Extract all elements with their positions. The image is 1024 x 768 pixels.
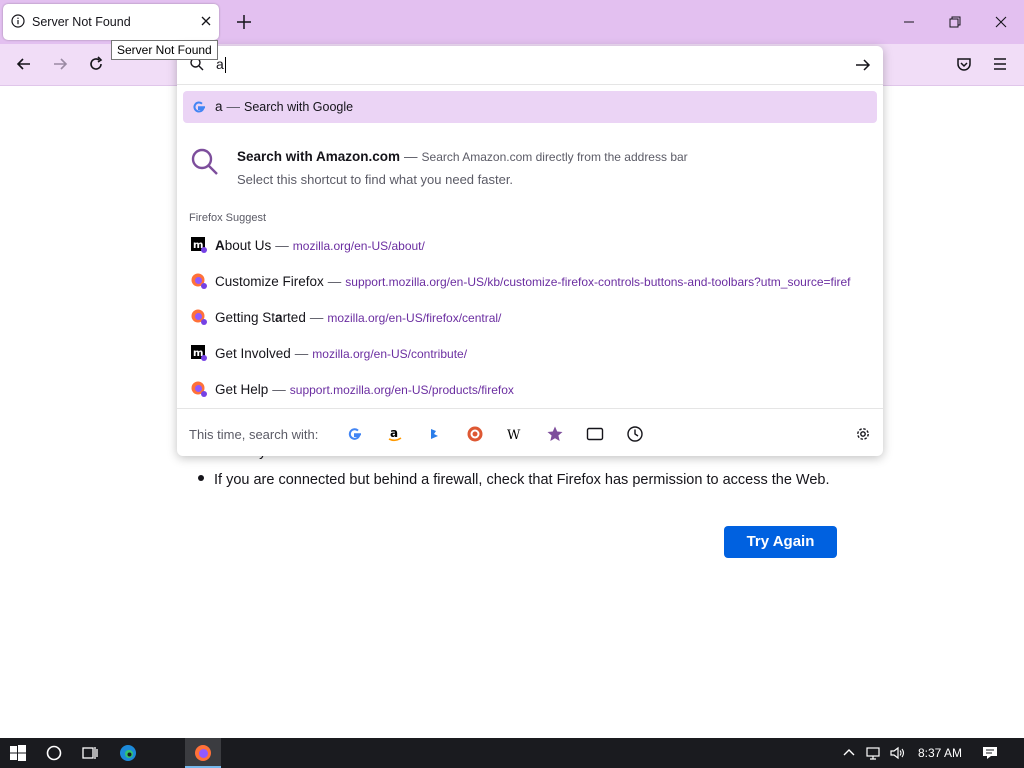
urlbar-dropdown: a a — Search with Google Search with Amazo… [177,46,883,456]
suggestion-amazon-shortcut[interactable]: Search with Amazon.com — Search Amazon.com… [183,142,877,192]
amazon-icon[interactable]: a [386,425,404,443]
forward-icon[interactable] [50,54,70,74]
taskbar-clock[interactable]: 8:37 AM [918,746,962,760]
pocket-icon[interactable] [954,54,974,74]
restore-icon[interactable] [945,12,965,32]
search-icon [191,148,218,175]
task-view-icon[interactable] [80,743,100,763]
svg-text:W: W [507,428,521,443]
tab-strip: Server Not Found [0,0,1024,44]
windows-start-icon[interactable] [8,743,28,763]
suggestion-get-involved[interactable]: m Get Involved — mozilla.org/en-US/contrib… [183,340,877,370]
mozilla-icon: m [191,345,207,361]
firefox-icon [191,273,207,289]
notifications-icon[interactable] [981,744,999,762]
firefox-icon [191,381,207,397]
history-icon[interactable] [626,425,644,443]
bullet-firewall: If you are connected but behind a firewa… [198,472,830,488]
wikipedia-icon[interactable]: W [506,425,524,443]
try-again-button[interactable]: Try Again [724,526,837,558]
close-tab-icon[interactable] [199,14,213,28]
url-input[interactable]: a [177,46,883,85]
cortana-search-icon[interactable] [44,743,64,763]
close-window-icon[interactable] [991,12,1011,32]
google-icon[interactable] [346,425,364,443]
tab-server-not-found[interactable]: Server Not Found [3,4,219,40]
google-icon [193,101,205,113]
suggestion-search-google[interactable]: a — Search with Google [183,91,877,123]
svg-text:a: a [390,426,398,440]
new-tab-icon[interactable] [234,12,254,32]
firefox-suggest-label: Firefox Suggest [189,212,267,224]
volume-icon[interactable] [888,744,906,762]
one-off-search-bar: This time, search with: a W [177,408,883,457]
gear-icon[interactable] [854,425,872,443]
reload-icon[interactable] [86,54,106,74]
tab-title: Server Not Found [32,15,131,29]
windows-taskbar: 8:37 AM [0,738,1024,768]
taskbar-firefox-button[interactable] [185,738,221,768]
edge-icon[interactable] [118,743,138,763]
tab-tooltip: Server Not Found [111,40,218,60]
chevron-up-icon[interactable] [840,744,858,762]
info-icon [11,14,25,28]
duckduckgo-icon[interactable] [466,425,484,443]
bing-icon[interactable] [426,425,444,443]
bookmarks-star-icon[interactable] [546,425,564,443]
suggestion-about-us[interactable]: m About Us — mozilla.org/en-US/about/ [183,232,877,262]
tabs-icon[interactable] [586,425,604,443]
minimize-icon[interactable] [899,12,919,32]
mozilla-icon: m [191,237,207,253]
suggestion-customize-firefox[interactable]: Customize Firefox — support.mozilla.org/en… [183,268,877,298]
suggestion-getting-started[interactable]: Getting Started — mozilla.org/en-US/firefo… [183,304,877,334]
network-icon[interactable] [864,744,882,762]
one-off-label: This time, search with: [189,427,319,442]
firefox-icon [191,309,207,325]
firefox-icon [195,745,211,761]
menu-icon[interactable] [990,54,1010,74]
back-icon[interactable] [14,54,34,74]
go-arrow-icon[interactable] [853,55,873,75]
suggestion-get-help[interactable]: Get Help — support.mozilla.org/en-US/produ… [183,376,877,406]
